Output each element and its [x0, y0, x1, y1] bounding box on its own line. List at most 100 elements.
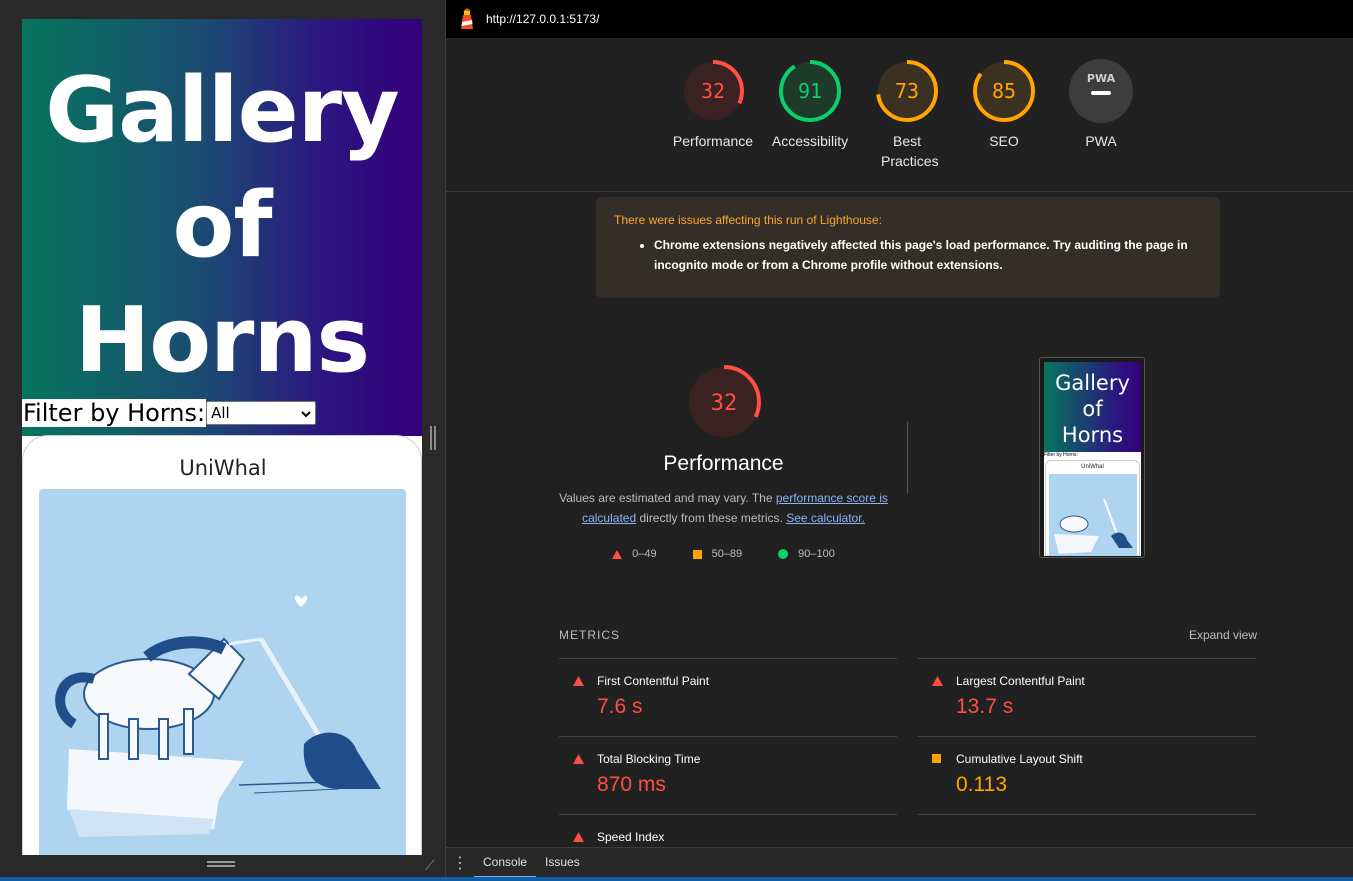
- metric-total-blocking-time: Total Blocking Time 870 ms: [559, 736, 897, 814]
- thumb-card-title: UniWhal: [1081, 464, 1104, 470]
- filter-row: Filter by Horns: All: [22, 399, 317, 427]
- metric-name: Total Blocking Time: [597, 752, 701, 766]
- lighthouse-warning-box: There were issues affecting this run of …: [596, 197, 1220, 298]
- legend-label: 50–89: [711, 548, 743, 560]
- warning-title: There were issues affecting this run of …: [614, 213, 882, 227]
- triangle-icon: [573, 832, 584, 842]
- thumb-title-line: Horns: [1061, 423, 1124, 447]
- filter-selected-value: All: [211, 404, 230, 422]
- square-icon: [932, 754, 941, 763]
- metric-divider: [918, 814, 1256, 815]
- legend-average: 50–89: [692, 548, 743, 560]
- thumb-hero: Gallery of Horns: [1044, 362, 1141, 452]
- gauge-seo[interactable]: 85 SEO: [954, 58, 1054, 151]
- performance-title: Performance: [663, 452, 784, 475]
- triangle-icon: [612, 549, 623, 559]
- pwa-icon: PWA: [1069, 59, 1133, 123]
- gauge-performance[interactable]: 32 Performance: [663, 58, 763, 151]
- performance-description: Values are estimated and may vary. The p…: [541, 488, 906, 528]
- thumb-body: Filter by Horns: UniWhal: [1044, 452, 1141, 556]
- panel-splitter-handle[interactable]: [430, 426, 436, 450]
- gauge-label: SEO: [989, 133, 1019, 149]
- page-viewport: Gallery of Horns Filter by Horns: All Un…: [0, 0, 445, 881]
- gauge-ring: 73: [876, 60, 938, 122]
- thumb-illustration: [1049, 474, 1137, 556]
- metrics-header: METRICS Expand view: [559, 628, 1257, 642]
- desc-text: Values are estimated and may vary. The: [559, 491, 776, 505]
- svg-text:85: 85: [992, 79, 1016, 103]
- taskbar-strip: [0, 877, 1353, 881]
- gauge-accessibility[interactable]: 91 Accessibility: [760, 58, 860, 151]
- metric-first-contentful-paint: First Contentful Paint 7.6 s: [559, 658, 897, 736]
- metric-name: Largest Contentful Paint: [956, 674, 1085, 688]
- metric-value: 7.6 s: [597, 695, 643, 718]
- square-icon: [692, 549, 702, 559]
- expand-view-toggle[interactable]: Expand view: [1189, 628, 1257, 642]
- see-calculator-link[interactable]: See calculator.: [786, 511, 865, 525]
- performance-summary: 32 Performance Values are estimated and …: [541, 362, 906, 560]
- hero-banner: Gallery of Horns: [22, 19, 422, 436]
- triangle-icon: [573, 754, 584, 764]
- tab-issues[interactable]: Issues: [536, 848, 589, 878]
- metric-value: 870 ms: [597, 773, 666, 796]
- thumb-card: UniWhal: [1045, 460, 1140, 556]
- gauge-best-practices[interactable]: 73 Best Practices: [857, 58, 957, 171]
- metric-largest-contentful-paint: Largest Contentful Paint 13.7 s: [918, 658, 1256, 736]
- beast-card[interactable]: UniWhal: [22, 435, 422, 855]
- filter-label: Filter by Horns:: [22, 399, 207, 427]
- tab-console[interactable]: Console: [474, 848, 537, 878]
- desc-text: directly from these metrics.: [636, 511, 787, 525]
- svg-text:32: 32: [710, 391, 737, 416]
- gauge-ring: 85: [973, 60, 1035, 122]
- metrics-label: METRICS: [559, 628, 620, 642]
- gauge-label: Accessibility: [771, 133, 849, 149]
- metric-name: Speed Index: [597, 830, 665, 844]
- metric-cumulative-layout-shift: Cumulative Layout Shift 0.113: [918, 736, 1256, 814]
- chevron-down-icon: [301, 404, 311, 422]
- report-url-bar: http://127.0.0.1:5173/: [446, 0, 1353, 38]
- gallery-page: Gallery of Horns Filter by Horns: All Un…: [22, 19, 422, 855]
- gauge-label: Best Practices: [881, 133, 939, 169]
- devtools-panel: http://127.0.0.1:5173/ 32 Performance 91…: [445, 0, 1353, 881]
- category-gauges: 32 Performance 91 Accessibility 73 Best …: [446, 38, 1353, 192]
- thumb-title-line: of: [1082, 397, 1103, 421]
- card-title: UniWhal: [179, 456, 267, 480]
- legend-pass: 90–100: [778, 548, 835, 560]
- warning-item: Chrome extensions negatively affected th…: [654, 235, 1202, 275]
- gauge-pwa[interactable]: PWA PWA: [1051, 58, 1151, 151]
- divider: [907, 422, 908, 494]
- triangle-icon: [932, 676, 943, 686]
- svg-text:32: 32: [701, 79, 725, 103]
- metric-value: 0.113: [956, 773, 1007, 796]
- horns-filter-select[interactable]: All: [206, 401, 317, 425]
- legend-label: 90–100: [798, 548, 835, 560]
- gauge-ring: 32: [682, 60, 744, 122]
- hero-title-line: Gallery: [45, 58, 399, 163]
- lighthouse-icon: [461, 8, 473, 29]
- svg-text:73: 73: [895, 79, 919, 103]
- resize-corner-icon[interactable]: ⟋: [425, 857, 435, 874]
- metric-value: 13.7 s: [956, 695, 1014, 718]
- svg-text:PWA: PWA: [1087, 72, 1116, 85]
- triangle-icon: [573, 676, 584, 686]
- legend-fail: 0–49: [612, 548, 657, 560]
- hero-title-line: of: [172, 173, 273, 278]
- gauge-ring: 91: [779, 60, 841, 122]
- hero-title: Gallery of Horns: [22, 53, 422, 398]
- viewport-resize-handle[interactable]: [207, 861, 235, 869]
- svg-text:91: 91: [798, 79, 822, 103]
- metric-name: Cumulative Layout Shift: [956, 752, 1083, 766]
- hero-title-line: Horns: [74, 288, 370, 393]
- score-legend: 0–49 50–89 90–100: [541, 548, 906, 560]
- drawer-tab-bar: ⋮ Console Issues: [446, 847, 1353, 878]
- thumb-title-line: Gallery: [1055, 371, 1130, 395]
- gauge-label: Performance: [672, 133, 754, 149]
- uniwhal-illustration[interactable]: [39, 489, 406, 855]
- performance-gauge: 32: [686, 365, 761, 439]
- gauge-label: PWA: [1085, 133, 1117, 149]
- thumb-filter-label: Filter by Horns:: [1044, 452, 1078, 458]
- final-screenshot-thumbnail[interactable]: Gallery of Horns Filter by Horns: UniWha…: [1039, 357, 1145, 558]
- metric-name: First Contentful Paint: [597, 674, 710, 688]
- circle-icon: [778, 549, 789, 559]
- more-options-icon[interactable]: ⋮: [446, 853, 474, 873]
